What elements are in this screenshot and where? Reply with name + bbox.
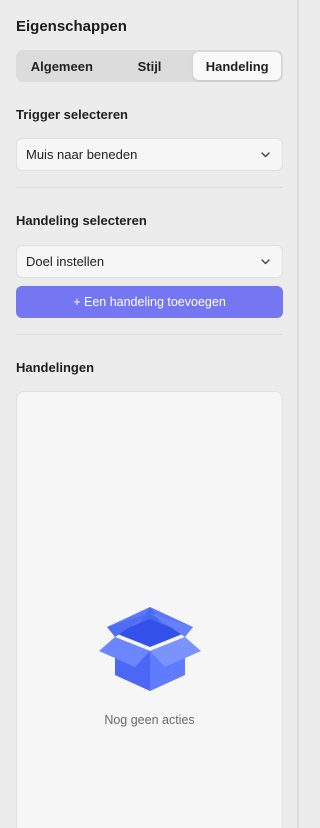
divider: [16, 187, 283, 188]
trigger-label: Trigger selecteren: [16, 107, 128, 122]
action-select[interactable]: Doel instellen: [16, 245, 283, 278]
empty-state-text: Nog geen acties: [104, 713, 195, 727]
trigger-select-value: Muis naar beneden: [26, 147, 138, 162]
tab-style[interactable]: Stijl: [106, 52, 194, 80]
chevron-down-icon: [261, 258, 270, 265]
tab-general[interactable]: Algemeen: [18, 52, 106, 80]
actions-list: Nog geen acties: [16, 391, 283, 828]
chevron-down-icon: [261, 151, 270, 158]
open-box-icon: [97, 605, 203, 700]
divider: [16, 334, 283, 335]
trigger-select[interactable]: Muis naar beneden: [16, 138, 283, 171]
panel-title: Eigenschappen: [16, 18, 127, 35]
actions-list-label: Handelingen: [16, 360, 95, 375]
add-action-button[interactable]: + Een handeling toevoegen: [16, 286, 283, 318]
tab-action[interactable]: Handeling: [193, 52, 282, 80]
tab-bar: Algemeen Stijl Handeling: [16, 50, 283, 82]
action-select-label: Handeling selecteren: [16, 213, 147, 228]
properties-panel: Eigenschappen Algemeen Stijl Handeling T…: [0, 0, 299, 828]
action-select-value: Doel instellen: [26, 254, 105, 269]
